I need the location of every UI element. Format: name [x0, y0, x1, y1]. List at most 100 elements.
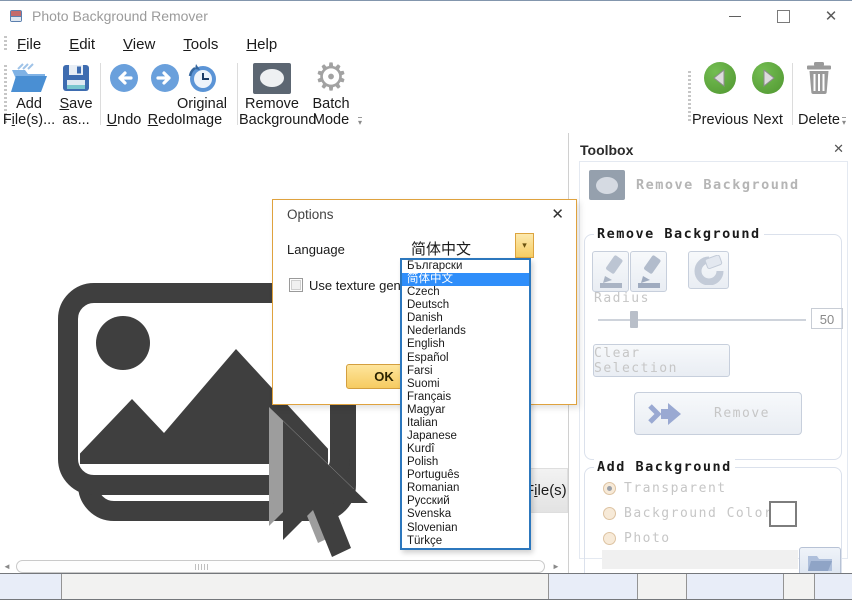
window-title: Photo Background Remover — [32, 8, 208, 24]
language-option[interactable]: Farsi — [402, 365, 529, 378]
toolbox-close-icon[interactable]: ✕ — [833, 141, 844, 157]
language-combo-dropdown-button[interactable]: ▾ — [515, 233, 534, 258]
toolbar-overflow-icon[interactable]: ▾ — [842, 117, 846, 127]
menu-help[interactable]: Help — [243, 34, 280, 55]
dialog-close-icon[interactable]: ✕ — [551, 205, 564, 223]
statusbar — [0, 573, 852, 600]
minimize-icon — [729, 16, 741, 17]
language-option[interactable]: Slovenian — [402, 522, 529, 535]
pen-icon — [634, 255, 664, 289]
save-as-button[interactable]: Save as... — [56, 59, 96, 131]
language-option[interactable]: Italian — [402, 417, 529, 430]
statusbar-cell — [784, 574, 815, 599]
toolbar-grip[interactable] — [688, 71, 691, 123]
delete-button[interactable]: Delete — [796, 59, 842, 131]
radius-label: Radius — [594, 291, 650, 306]
scrollbar-grip-icon — [195, 564, 209, 570]
radio-transparent[interactable] — [603, 482, 616, 495]
next-button[interactable]: Next — [748, 59, 788, 131]
remove-background-group: Remove Background — [584, 234, 842, 460]
language-option[interactable]: Romanian — [402, 482, 529, 495]
save-icon — [61, 63, 91, 93]
add-files-button[interactable]: Add File(s)... — [2, 59, 56, 131]
language-option[interactable]: Czech — [402, 286, 529, 299]
original-image-button[interactable]: Original Image — [176, 59, 228, 131]
batch-mode-button[interactable]: ⚙ Batch Mode — [306, 59, 356, 131]
remove-background-button[interactable]: Remove Background — [239, 59, 305, 131]
statusbar-cell — [687, 574, 784, 599]
menu-file[interactable]: File — [14, 34, 44, 55]
language-option[interactable]: Kurdî — [402, 443, 529, 456]
folder-icon — [807, 552, 833, 572]
use-texture-checkbox[interactable] — [289, 278, 303, 292]
scrollbar-thumb[interactable] — [16, 560, 545, 573]
gear-icon: ⚙ — [314, 59, 348, 97]
radius-slider-thumb[interactable] — [630, 311, 638, 328]
trash-icon — [805, 61, 833, 95]
language-option[interactable]: Deutsch — [402, 299, 529, 312]
language-option[interactable]: Polish — [402, 456, 529, 469]
language-option[interactable]: Svenska — [402, 508, 529, 521]
language-option[interactable]: Danish — [402, 312, 529, 325]
menu-edit[interactable]: Edit — [66, 34, 98, 55]
statusbar-cell — [815, 574, 852, 599]
add-background-group: Add Background Transparent Background Co… — [584, 467, 842, 585]
scroll-left-icon[interactable]: ◄ — [3, 562, 11, 571]
menubar-grip[interactable] — [4, 36, 7, 52]
toolbox-content: Remove Background Remove Background — [579, 161, 848, 559]
previous-icon — [704, 62, 736, 94]
eraser-button[interactable] — [688, 251, 729, 289]
close-button[interactable]: ✕ — [808, 1, 852, 31]
language-option[interactable]: Français — [402, 391, 529, 404]
background-color-swatch[interactable] — [769, 501, 797, 527]
toolbar-overflow-icon[interactable]: ▾ — [358, 117, 362, 127]
dialog-title: Options — [287, 207, 334, 222]
remove-background-mode-icon — [589, 170, 625, 200]
maximize-button[interactable] — [760, 1, 806, 31]
scroll-right-icon[interactable]: ► — [552, 562, 560, 571]
radio-transparent-label: Transparent — [624, 481, 727, 496]
radius-slider[interactable] — [598, 319, 806, 321]
radio-photo-label: Photo — [624, 531, 671, 546]
menu-view[interactable]: View — [120, 34, 158, 55]
language-option[interactable]: 简体中文 — [402, 273, 529, 286]
clear-selection-button[interactable]: Clear Selection — [593, 344, 730, 377]
mark-remove-pen-button[interactable] — [630, 251, 667, 292]
language-option[interactable]: Suomi — [402, 378, 529, 391]
language-option[interactable]: Русский — [402, 495, 529, 508]
photo-path-input[interactable] — [602, 550, 798, 569]
menu-tools[interactable]: Tools — [180, 34, 221, 55]
language-option[interactable]: Magyar — [402, 404, 529, 417]
chevron-down-icon: ▾ — [522, 240, 527, 251]
radius-value[interactable]: 50 — [811, 308, 843, 329]
language-option[interactable]: Español — [402, 352, 529, 365]
language-option[interactable]: Japanese — [402, 430, 529, 443]
statusbar-cell — [638, 574, 687, 599]
mark-keep-pen-button[interactable] — [592, 251, 629, 292]
radio-background-color[interactable] — [603, 507, 616, 520]
open-folder-icon — [9, 62, 49, 94]
undo-button[interactable]: Undo — [103, 59, 145, 131]
language-option[interactable]: Български — [402, 260, 529, 273]
language-option[interactable]: Nederlands — [402, 325, 529, 338]
language-option[interactable]: English — [402, 338, 529, 351]
statusbar-cell — [62, 574, 549, 599]
maximize-icon — [777, 10, 790, 23]
undo-icon — [109, 63, 139, 93]
toolbar-separator — [237, 63, 238, 125]
menubar: File Edit View Tools Help — [0, 31, 852, 57]
app-window: Photo Background Remover ✕ File Edit Vie… — [0, 0, 852, 600]
toolbar-separator — [100, 63, 101, 125]
language-option[interactable]: Türkçe — [402, 535, 529, 548]
radio-photo[interactable] — [603, 532, 616, 545]
minimize-button[interactable] — [712, 1, 758, 31]
next-icon — [752, 62, 784, 94]
toolbox-title: Toolbox — [580, 142, 633, 158]
statusbar-cell — [549, 574, 638, 599]
toolbar: Add File(s)... Save as... Undo — [0, 57, 852, 134]
language-option[interactable]: Português — [402, 469, 529, 482]
previous-button[interactable]: Previous — [692, 59, 748, 131]
remove-button[interactable]: Remove — [634, 392, 802, 435]
language-combo-value[interactable]: 简体中文 — [411, 238, 471, 259]
statusbar-cell — [0, 574, 62, 599]
